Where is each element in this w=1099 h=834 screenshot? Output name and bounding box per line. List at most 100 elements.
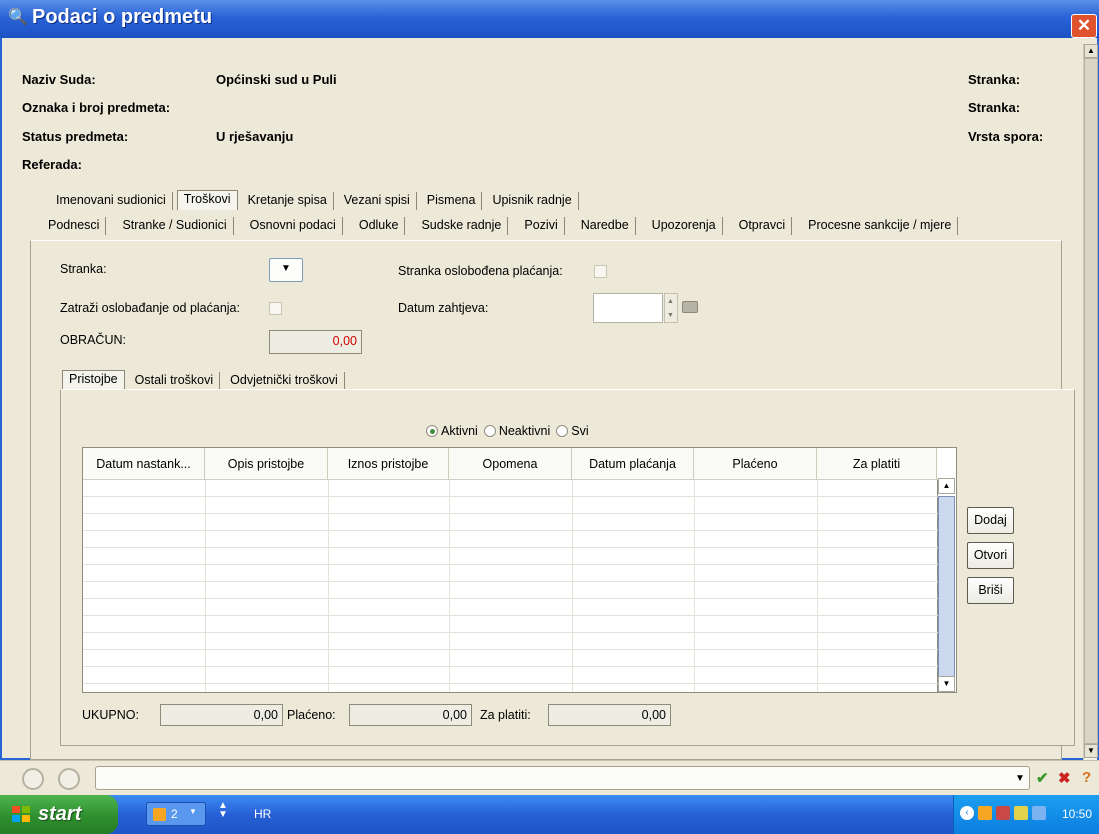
tab-troskovi[interactable]: Troškovi [176, 190, 238, 210]
placeno-field: 0,00 [349, 704, 472, 726]
tab-upozorenja[interactable]: Upozorenja [646, 217, 723, 235]
status-bar: ▼ ✔ ✖ ? [0, 760, 1099, 791]
col-opis-pristojbe[interactable]: Opis pristojbe [205, 448, 328, 480]
window-title: Podaci o predmetu [32, 6, 213, 28]
window-scrollbar[interactable]: ▲ ▼ [1083, 44, 1098, 760]
cancel-icon[interactable]: ✖ [1058, 769, 1071, 787]
app-group-icon [153, 808, 166, 821]
tab-vezani-spisi[interactable]: Vezani spisi [338, 192, 417, 210]
tray-network-icon[interactable] [996, 806, 1010, 820]
pristojbe-table[interactable]: Datum nastank... Opis pristojbe Iznos pr… [82, 447, 939, 693]
windows-logo-icon [12, 806, 32, 824]
table-rows [83, 480, 939, 692]
col-divider [328, 480, 329, 692]
radio-aktivni-label: Aktivni [441, 424, 478, 438]
scroll-up-icon[interactable]: ▲ [1084, 44, 1098, 58]
tray-volume-icon[interactable] [1014, 806, 1028, 820]
calendar-icon[interactable] [682, 301, 698, 313]
stranka-oslobodena-label: Stranka oslobođena plaćanja: [398, 264, 563, 278]
col-za-platiti[interactable]: Za platiti [817, 448, 937, 480]
tray-app-icon[interactable] [978, 806, 992, 820]
table-scroll-thumb[interactable] [938, 496, 955, 678]
language-indicator[interactable]: HR [254, 807, 271, 821]
datum-zahtjeva-input[interactable] [593, 293, 663, 323]
chevron-down-icon[interactable]: ▼ [1015, 773, 1025, 784]
tab-otpravci[interactable]: Otpravci [733, 217, 793, 235]
spin-up-icon[interactable]: ▲ [667, 298, 674, 305]
subtab-odvjetnicki-troskovi[interactable]: Odvjetnički troškovi [224, 372, 345, 390]
datum-spinner[interactable]: ▲ ▼ [664, 293, 678, 323]
subtab-row: Pristojbe Ostali troškovi Odvjetnički tr… [62, 370, 349, 390]
tab-procesne-sankcije[interactable]: Procesne sankcije / mjere [802, 217, 959, 235]
subtab-ostali-troskovi[interactable]: Ostali troškovi [129, 372, 221, 390]
stranka-label-2: Stranka: [968, 100, 1021, 115]
tab-pismena[interactable]: Pismena [421, 192, 483, 210]
col-divider [449, 480, 450, 692]
referada-label: Referada: [22, 157, 82, 172]
start-button[interactable]: start [0, 795, 118, 834]
tab-imenovani-sudionici[interactable]: Imenovani sudionici [50, 192, 173, 210]
col-datum-placanja[interactable]: Datum plaćanja [572, 448, 694, 480]
zatrazi-checkbox[interactable] [269, 302, 282, 315]
col-divider [572, 480, 573, 692]
radio-neaktivni[interactable] [483, 425, 496, 437]
ukupno-field: 0,00 [160, 704, 283, 726]
close-button[interactable]: ✕ [1071, 14, 1097, 38]
tab-pozivi[interactable]: Pozivi [518, 217, 565, 235]
stranka-dropdown[interactable]: ▼ [269, 258, 303, 282]
radio-aktivni[interactable] [426, 425, 438, 437]
oznaka-label: Oznaka i broj predmeta: [22, 100, 171, 115]
col-divider [205, 480, 206, 692]
table-scrollbar[interactable]: ▲ ▼ [938, 447, 957, 693]
language-switch-icon[interactable]: ▲ ▼ [218, 801, 228, 820]
col-opomena[interactable]: Opomena [449, 448, 572, 480]
tab-naredbe[interactable]: Naredbe [575, 217, 636, 235]
za-platiti-field: 0,00 [548, 704, 671, 726]
tab-upisnik-radnje[interactable]: Upisnik radnje [486, 192, 579, 210]
table-scroll-up-icon[interactable]: ▲ [938, 478, 955, 494]
window-titlebar[interactable]: 🔍 Podaci o predmetu ✕ [0, 0, 1099, 38]
taskbar: start 2 ▼ ▲ ▼ HR ‹ 10:50 [0, 795, 1099, 834]
task-count: 2 [171, 807, 178, 821]
dodaj-button[interactable]: Dodaj [967, 507, 1014, 534]
tray-expand-icon[interactable]: ‹ [960, 806, 974, 820]
tab-sudske-radnje[interactable]: Sudske radnje [415, 217, 509, 235]
tab-kretanje-spisa[interactable]: Kretanje spisa [242, 192, 334, 210]
obracun-field: 0,00 [269, 330, 362, 354]
brisi-button[interactable]: Briši [967, 577, 1014, 604]
col-iznos-pristojbe[interactable]: Iznos pristojbe [328, 448, 449, 480]
table-scroll-down-icon[interactable]: ▼ [938, 676, 955, 692]
chevron-down-icon: ▼ [281, 263, 291, 274]
col-placeno[interactable]: Plaćeno [694, 448, 817, 480]
col-datum-nastanka[interactable]: Datum nastank... [83, 448, 205, 480]
check-icon[interactable]: ✔ [1036, 769, 1049, 787]
scroll-thumb[interactable] [1084, 58, 1098, 744]
tab-stranke-sudionici[interactable]: Stranke / Sudionici [116, 217, 234, 235]
status-message-field [95, 766, 1030, 790]
status-label: Status predmeta: [22, 129, 129, 144]
tab-odluke[interactable]: Odluke [353, 217, 406, 235]
status-circle-icon[interactable] [22, 768, 44, 790]
otvori-button[interactable]: Otvori [967, 542, 1014, 569]
tab-osnovni-podaci[interactable]: Osnovni podaci [244, 217, 343, 235]
taskbar-group-button[interactable]: 2 ▼ [146, 802, 206, 826]
radio-svi[interactable] [556, 425, 569, 437]
system-tray: ‹ 10:50 [953, 795, 1099, 834]
chevron-down-icon: ▼ [189, 807, 197, 816]
radio-svi-label: Svi [571, 424, 589, 438]
obracun-label: OBRAČUN: [60, 333, 126, 347]
help-icon[interactable]: ? [1082, 769, 1091, 786]
stranka-oslobodena-checkbox[interactable] [594, 265, 607, 278]
zatrazi-label: Zatraži oslobađanje od plaćanja: [60, 301, 240, 315]
tab-podnesci[interactable]: Podnesci [42, 217, 107, 235]
spin-down-icon[interactable]: ▼ [667, 312, 674, 319]
tray-monitor-icon[interactable] [1032, 806, 1046, 820]
subtab-pristojbe[interactable]: Pristojbe [62, 370, 125, 390]
radio-neaktivni-label: Neaktivni [498, 424, 551, 438]
stranka-label-1: Stranka: [968, 72, 1021, 87]
clock[interactable]: 10:50 [1062, 807, 1092, 821]
status-circle-icon[interactable] [58, 768, 80, 790]
za-platiti-label: Za platiti: [480, 708, 531, 722]
scroll-down-icon[interactable]: ▼ [1084, 744, 1098, 758]
naziv-suda-label: Naziv Suda: [22, 72, 96, 87]
